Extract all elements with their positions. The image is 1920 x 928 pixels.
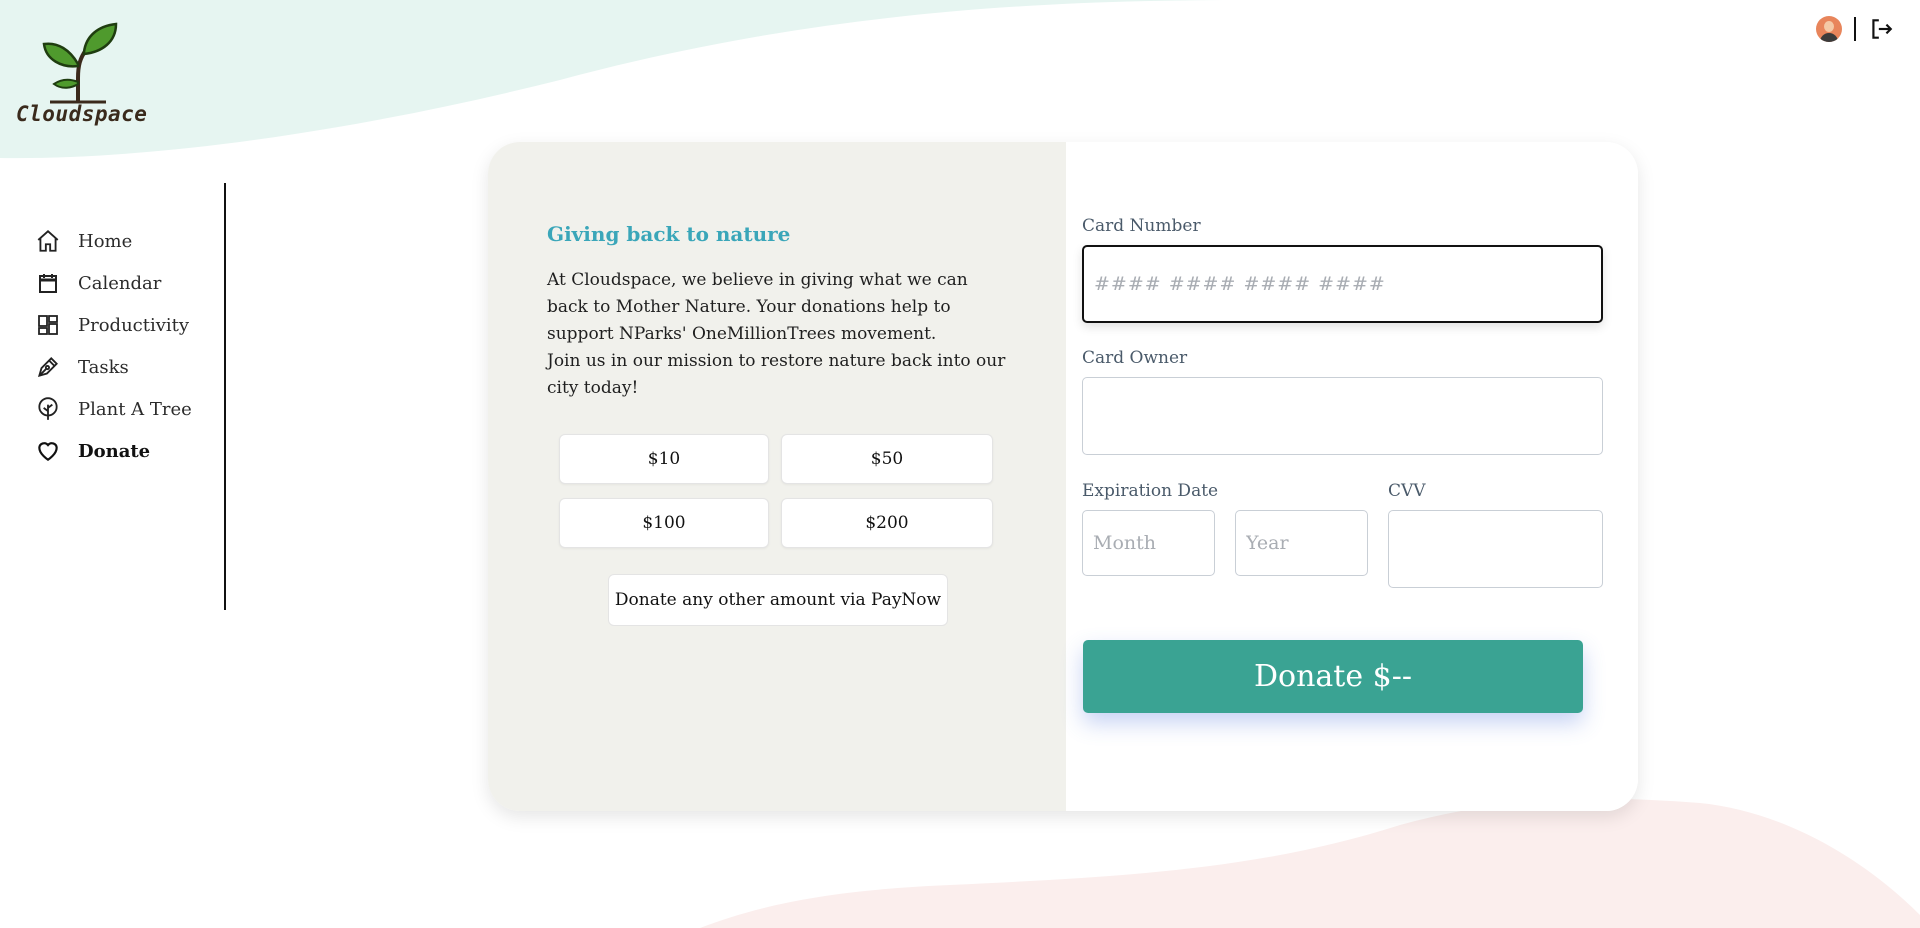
donation-card: Giving back to nature At Cloudspace, we … (488, 142, 1638, 811)
card-owner-input[interactable] (1082, 377, 1603, 455)
bottom-background-wave (700, 798, 1920, 928)
sidebar-item-label: Tasks (78, 356, 129, 378)
home-icon (34, 227, 62, 255)
intro-title: Giving back to nature (547, 222, 791, 246)
cvv-input[interactable] (1388, 510, 1603, 588)
sidebar-item-label: Donate (78, 440, 151, 462)
paynow-button[interactable]: Donate any other amount via PayNow (608, 574, 948, 626)
heart-icon (34, 437, 62, 465)
sidebar-item-label: Calendar (78, 272, 162, 294)
user-avatar-icon[interactable] (1816, 16, 1842, 42)
cvv-label: CVV (1388, 481, 1426, 501)
sprout-logo-icon (42, 22, 118, 104)
sidebar-item-tasks[interactable]: Tasks (34, 346, 192, 388)
amount-button-100[interactable]: $100 (559, 498, 769, 548)
donation-info-panel: Giving back to nature At Cloudspace, we … (488, 142, 1066, 811)
brand-logo[interactable]: Cloudspace (14, 20, 147, 130)
intro-paragraph: At Cloudspace, we believe in giving what… (547, 270, 968, 344)
sidebar-nav: Home Calendar Productivity Tasks Plant A… (34, 220, 192, 472)
logout-icon[interactable] (1868, 16, 1894, 42)
card-owner-label: Card Owner (1082, 348, 1188, 368)
sidebar-item-label: Plant A Tree (78, 398, 192, 420)
amount-button-200[interactable]: $200 (781, 498, 993, 548)
grid-icon (34, 311, 62, 339)
amount-button-50[interactable]: $50 (781, 434, 993, 484)
intro-paragraph: Join us in our mission to restore nature… (547, 351, 1006, 398)
expiration-year-input[interactable] (1235, 510, 1368, 576)
sidebar-item-calendar[interactable]: Calendar (34, 262, 192, 304)
brand-name: Cloudspace (16, 102, 148, 126)
sidebar-item-plant-a-tree[interactable]: Plant A Tree (34, 388, 192, 430)
payment-form: Card Number Card Owner Expiration Date C… (1066, 142, 1638, 811)
sidebar-item-productivity[interactable]: Productivity (34, 304, 192, 346)
sidebar-item-donate[interactable]: Donate (34, 430, 192, 472)
expiration-month-input[interactable] (1082, 510, 1215, 576)
intro-text: At Cloudspace, we believe in giving what… (547, 267, 1007, 402)
amount-options: $10 $50 $100 $200 (559, 434, 1001, 548)
header-actions (1816, 16, 1894, 42)
sidebar-item-home[interactable]: Home (34, 220, 192, 262)
expiration-date-label: Expiration Date (1082, 481, 1219, 501)
header-divider (1854, 17, 1856, 41)
card-number-label: Card Number (1082, 216, 1201, 236)
tree-icon (34, 395, 62, 423)
card-number-input[interactable] (1082, 245, 1603, 323)
pen-icon (34, 353, 62, 381)
donate-button[interactable]: Donate $-- (1083, 640, 1583, 713)
sidebar-item-label: Home (78, 230, 133, 252)
calendar-icon (34, 269, 62, 297)
sidebar-divider (224, 183, 226, 610)
amount-button-10[interactable]: $10 (559, 434, 769, 484)
sidebar-item-label: Productivity (78, 314, 190, 336)
